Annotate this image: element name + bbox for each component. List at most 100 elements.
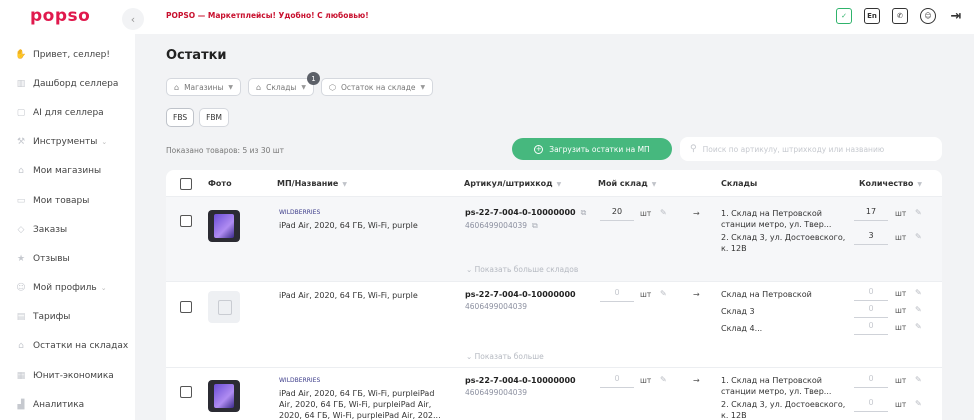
edit-icon[interactable]: ✎	[915, 208, 922, 217]
chevron-down-icon: ⌄	[466, 265, 475, 274]
box-icon: ▭	[16, 195, 26, 206]
my-warehouse-qty-input[interactable]: 0	[600, 374, 634, 388]
sidebar-item-hello[interactable]: ✋ Привет, селлер!	[0, 40, 135, 69]
sidebar-item-orders[interactable]: ◇ Заказы	[0, 215, 135, 244]
sidebar-item-label: Мои товары	[33, 195, 90, 206]
chevron-down-icon: ⌄	[466, 352, 475, 361]
filter-stores[interactable]: ⌂ Магазины ▼	[166, 78, 241, 96]
profile-icon[interactable]: ☺	[920, 8, 936, 24]
unit-label: шт	[895, 306, 907, 315]
sidebar-item-reviews[interactable]: ★ Отзывы	[0, 244, 135, 273]
sidebar-item-ai[interactable]: ▢ AI для селлера	[0, 98, 135, 127]
sidebar-item-label: Дашборд селлера	[33, 78, 119, 89]
edit-icon[interactable]: ✎	[915, 322, 922, 331]
language-label: En	[867, 12, 877, 20]
warehouse-qty-input[interactable]: 0	[854, 304, 888, 318]
warehouse-entry: Склад 3	[721, 307, 755, 316]
barcode-value: 4606499004039 ⧉	[465, 221, 538, 231]
copy-icon[interactable]: ⧉	[581, 208, 587, 217]
column-name[interactable]: МП/Название ▼	[277, 179, 347, 188]
user-icon: ☺	[16, 283, 26, 294]
edit-icon[interactable]: ✎	[915, 232, 922, 241]
column-label: Артикул/штрихкод	[464, 179, 553, 188]
chevron-down-icon: ▼	[228, 83, 233, 91]
show-more-warehouses[interactable]: ⌄ Показать больше складов	[466, 265, 578, 274]
sidebar-item-tools[interactable]: ⚒ Инструменты ⌄	[0, 128, 135, 157]
topbar-icons: ✓ En ✆ ☺ ⇥	[836, 8, 964, 24]
my-warehouse-qty-input[interactable]: 20	[600, 207, 634, 221]
topbar: POPSO — Маркетплейсы! Удобно! С любовью!…	[135, 0, 974, 34]
copy-icon[interactable]: ⧉	[532, 221, 538, 230]
sort-icon: ▼	[651, 181, 657, 188]
sidebar-item-profile[interactable]: ☺ Мой профиль ⌄	[0, 274, 135, 303]
sidebar-item-label: Инструменты	[33, 137, 98, 148]
product-image-placeholder[interactable]	[208, 291, 240, 323]
tab-fbm[interactable]: FBM	[199, 108, 230, 127]
filter-stock[interactable]: ⬡ Остаток на складе ▼	[320, 78, 434, 96]
edit-icon[interactable]: ✎	[660, 289, 667, 298]
warehouse-qty-input[interactable]: 3	[854, 231, 888, 245]
edit-icon[interactable]: ✎	[915, 305, 922, 314]
checkbox-icon[interactable]: ✓	[836, 8, 852, 24]
column-label: МП/Название	[277, 179, 339, 188]
edit-icon[interactable]: ✎	[915, 288, 922, 297]
star-icon: ★	[16, 253, 26, 264]
edit-icon[interactable]: ✎	[915, 399, 922, 408]
sidebar-item-products[interactable]: ▭ Мои товары	[0, 186, 135, 215]
tab-fbs[interactable]: FBS	[166, 108, 195, 127]
show-more-warehouses[interactable]: ⌄ Показать больше	[466, 352, 544, 361]
unit-label: шт	[895, 376, 907, 385]
sku-value: ps-22-7-004-0-10000000 ⧉	[465, 208, 586, 218]
warehouse-qty-input[interactable]: 0	[854, 398, 888, 412]
unit-label: шт	[895, 289, 907, 298]
sidebar-item-analytics[interactable]: ▟ Аналитика	[0, 390, 135, 419]
table-row: iPad Air, 2020, 64 ГБ, Wi-Fi, purple ps-…	[166, 281, 942, 367]
sidebar-item-label: Мой профиль	[33, 283, 97, 294]
sidebar-item-label: Юнит-экономика	[33, 370, 114, 381]
my-warehouse-qty-input[interactable]: 0	[600, 288, 634, 302]
sidebar-item-stores[interactable]: ⌂ Мои магазины	[0, 157, 135, 186]
show-more-label: Показать больше	[474, 352, 544, 361]
edit-icon[interactable]: ✎	[660, 208, 667, 217]
warehouse-entry: 2. Склад 3, ул. Достоевского, к. 12В	[721, 400, 846, 420]
sidebar-item-tariffs[interactable]: ▤ Тарифы	[0, 303, 135, 332]
store-icon: ⌂	[174, 82, 180, 92]
unit-label: шт	[895, 209, 907, 218]
app-logo[interactable]: popso	[30, 6, 90, 26]
column-my-warehouse[interactable]: Мой склад ▼	[598, 179, 656, 188]
warehouse-qty-input[interactable]: 0	[854, 321, 888, 335]
edit-icon[interactable]: ✎	[660, 375, 667, 384]
warehouse-entry: Склад 4...	[721, 324, 763, 333]
tools-icon: ⚒	[16, 137, 26, 148]
warehouse-entry: 1. Склад на Петровской станции метро, ул…	[721, 376, 832, 396]
row-checkbox[interactable]	[180, 301, 192, 313]
row-checkbox[interactable]	[180, 386, 192, 398]
search-icon: ⚲	[690, 144, 697, 154]
search-input[interactable]	[702, 144, 933, 154]
select-all-checkbox[interactable]	[180, 178, 192, 190]
unit-label: шт	[895, 233, 907, 242]
product-name: iPad Air, 2020, 64 ГБ, Wi-Fi, purple	[279, 291, 418, 300]
sidebar-collapse-button[interactable]: ‹	[122, 8, 144, 30]
column-quantity[interactable]: Количество ▼	[859, 179, 922, 188]
edit-icon[interactable]: ✎	[915, 375, 922, 384]
show-more-label: Показать больше складов	[474, 265, 579, 274]
language-icon[interactable]: En	[864, 8, 880, 24]
marketplace-label: WILDBERRIES	[279, 209, 321, 216]
warehouse-qty-input[interactable]: 0	[854, 374, 888, 388]
row-checkbox[interactable]	[180, 215, 192, 227]
filter-warehouses[interactable]: ⌂ Склады ▼ 1	[248, 72, 320, 96]
warehouse-qty-input[interactable]: 0	[854, 287, 888, 301]
warehouse-qty-input[interactable]: 17	[854, 207, 888, 221]
tag-icon: ◇	[17, 224, 25, 235]
product-image[interactable]	[208, 210, 240, 242]
column-sku[interactable]: Артикул/штрихкод ▼	[464, 179, 561, 188]
sidebar-item-dashboard[interactable]: ▥ Дашборд селлера	[0, 69, 135, 98]
phone-icon[interactable]: ✆	[892, 8, 908, 24]
logout-icon[interactable]: ⇥	[948, 8, 964, 24]
sidebar-item-stock[interactable]: ⌂ Остатки на складах	[0, 332, 135, 361]
product-image[interactable]	[208, 380, 240, 412]
upload-stock-button[interactable]: + Загрузить остатки на МП	[512, 138, 672, 160]
barcode-value: 4606499004039	[465, 302, 528, 311]
sidebar-item-unit-economics[interactable]: ▦ Юнит-экономика	[0, 361, 135, 390]
